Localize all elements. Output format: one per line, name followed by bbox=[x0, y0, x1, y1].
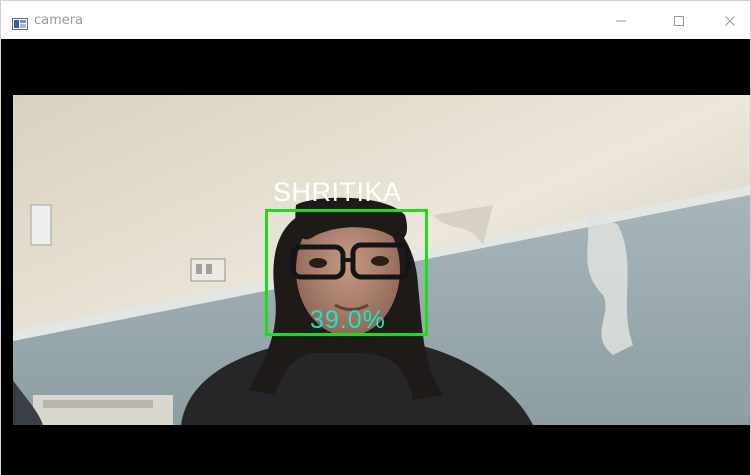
title-bar[interactable]: camera bbox=[1, 1, 750, 39]
confidence-label: 39.0% bbox=[310, 306, 386, 334]
detected-name-label: SHRITIKA bbox=[273, 177, 402, 207]
letterbox-bottom bbox=[1, 425, 750, 475]
maximize-button[interactable] bbox=[656, 7, 702, 35]
maximize-icon bbox=[673, 15, 685, 27]
close-button[interactable] bbox=[707, 7, 751, 35]
minimize-icon bbox=[615, 15, 627, 27]
close-icon bbox=[724, 15, 736, 27]
letterbox-top bbox=[1, 39, 750, 95]
app-icon bbox=[12, 15, 28, 30]
minimize-button[interactable] bbox=[598, 7, 644, 35]
camera-window: camera SHRITIKA 39.0% bbox=[0, 0, 751, 475]
window-title: camera bbox=[34, 13, 84, 28]
